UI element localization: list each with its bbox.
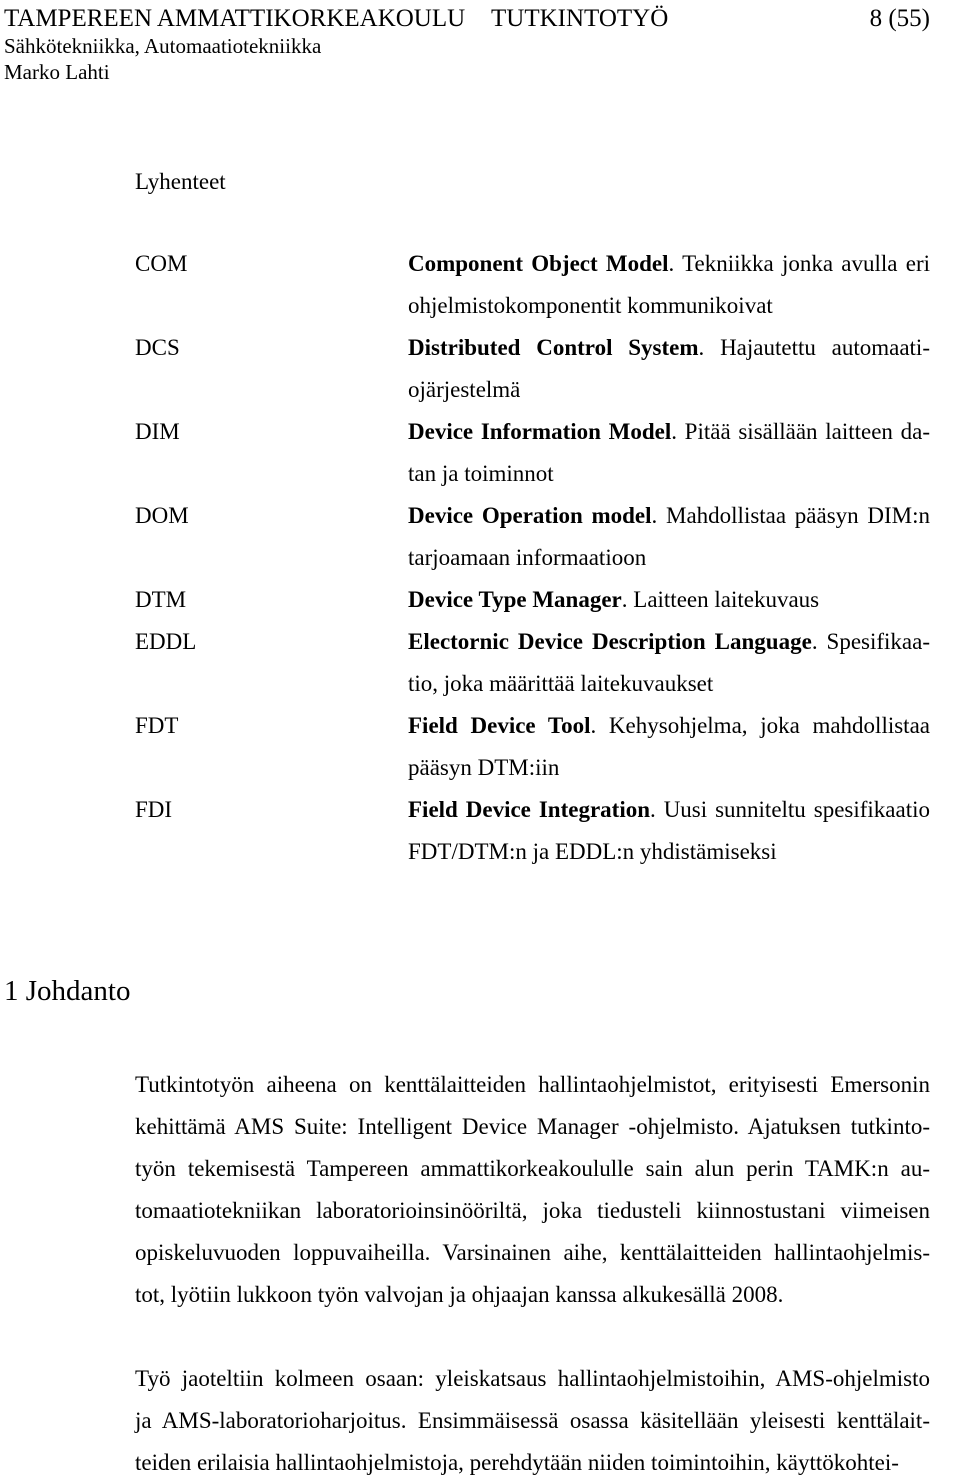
abbreviation-definition: Distributed Control System. Hajautettu a… [408, 327, 930, 411]
header-author: Marko Lahti [4, 60, 110, 84]
abbreviations-heading: Lyhenteet [135, 169, 226, 194]
abbreviation-definition-line: Device Information Model. Pitää sisällää… [408, 411, 930, 453]
abbreviation-definition: Device Operation model. Mahdollistaa pää… [408, 495, 930, 579]
abbreviation-definition-line: tio, joka määrittää laitekuvaukset [408, 671, 714, 696]
abbreviation-expansion: Distributed Control System [408, 335, 699, 360]
document-page: TAMPEREEN AMMATTIKORKEAKOULU TUTKINTOTYÖ… [0, 0, 960, 1483]
abbreviation-definition-line: Device Operation model. Mahdollistaa pää… [408, 495, 930, 537]
abbreviation-definition-line: pääsyn DTM:iin [408, 755, 560, 780]
abbreviation-definition-line: Electornic Device Description Language. … [408, 621, 930, 663]
abbreviation-description: . Laitteen laitekuvaus [621, 587, 820, 612]
abbreviation-row: COM Component Object Model. Tekniikka jon… [0, 243, 960, 327]
abbreviation-expansion: Device Information Model [408, 419, 672, 444]
abbreviation-term: DCS [135, 335, 180, 360]
page-header: TAMPEREEN AMMATTIKORKEAKOULU TUTKINTOTYÖ… [0, 0, 960, 95]
body-line: ja AMS-laboratorioharjoitus. Ensimmäises… [135, 1408, 930, 1433]
abbreviation-definition: Electornic Device Description Language. … [408, 621, 930, 705]
abbreviation-term: FDI [135, 797, 173, 822]
abbreviation-description: . Tekniikka jonka avulla eri [668, 251, 931, 276]
abbreviation-definition-line: tarjoamaan informaatioon [408, 545, 647, 570]
abbreviation-term: EDDL [135, 629, 197, 654]
abbreviation-definition: Field Device Integration. Uusi sunnitelt… [408, 789, 930, 873]
abbreviation-definition-line: Component Object Model. Tekniikka jonka … [408, 243, 930, 285]
abbreviation-term: FDT [135, 713, 179, 738]
abbreviation-description: . Hajautettu automaati- [698, 335, 930, 360]
header-document-type: TUTKINTOTYÖ [491, 5, 669, 32]
abbreviation-row: FDT Field Device Tool. Kehysohjelma, joka… [0, 705, 960, 789]
body-line: Tutkintotyön aiheena on kenttälaitteiden… [135, 1072, 930, 1097]
abbreviation-expansion: Field Device Integration [408, 797, 650, 822]
abbreviation-expansion: Device Type Manager [408, 587, 622, 612]
abbreviation-term: DOM [135, 503, 189, 528]
body-line: kehittämä AMS Suite: Intelligent Device … [135, 1114, 930, 1139]
abbreviation-term: DIM [135, 419, 180, 444]
abbreviation-definition-line: FDT/DTM:n ja EDDL:n yhdistämiseksi [408, 839, 777, 864]
abbreviation-row: DIM Device Information Model. Pitää sisäl… [0, 411, 960, 495]
abbreviation-expansion: Device Operation model [408, 503, 652, 528]
header-organization: TAMPEREEN AMMATTIKORKEAKOULU [4, 5, 466, 32]
body-line: tot, lyötiin lukkoon työn valvojan ja oh… [135, 1282, 784, 1307]
abbreviation-term: DTM [135, 587, 187, 612]
abbreviation-term: COM [135, 251, 188, 276]
body-line: Työ jaoteltiin kolmeen osaan: yleiskatsa… [135, 1366, 930, 1391]
abbreviation-definition-line: tan ja toiminnot [408, 461, 554, 486]
body-line: työn tekemisestä Tampereen ammattikorkea… [135, 1156, 930, 1181]
abbreviation-definition-line: ohjelmistokomponentit kommunikoivat [408, 293, 773, 318]
header-top-row: TAMPEREEN AMMATTIKORKEAKOULU TUTKINTOTYÖ… [4, 5, 956, 33]
abbreviation-description: . Pitää sisällään laitteen da- [671, 419, 930, 444]
abbreviation-expansion: Electornic Device Description Language [408, 629, 812, 654]
abbreviation-description: . Spesifikaa- [811, 629, 931, 654]
abbreviation-row: FDI Field Device Integration. Uusi sunnit… [0, 789, 960, 873]
body-paragraph: Työ jaoteltiin kolmeen osaan: yleiskatsa… [135, 1358, 930, 1483]
abbreviation-expansion: Field Device Tool [408, 713, 591, 738]
header-page-number: 8 (55) [869, 5, 930, 32]
body-line: tomaatiotekniikan laboratorioinsinöörilt… [135, 1198, 930, 1223]
abbreviation-description: . Kehysohjelma, joka mahdollistaa [590, 713, 931, 738]
abbreviation-description: . Mahdollistaa pääsyn DIM:n [651, 503, 930, 528]
body-paragraph: Tutkintotyön aiheena on kenttälaitteiden… [135, 1064, 930, 1316]
body-line: teiden erilaisia hallintaohjelmistoja, p… [135, 1450, 899, 1475]
abbreviation-definition-line: Field Device Tool. Kehysohjelma, joka ma… [408, 705, 930, 747]
abbreviation-definition: Device Information Model. Pitää sisällää… [408, 411, 930, 495]
header-department: Sähkötekniikka, Automaatiotekniikka [4, 34, 322, 58]
abbreviation-description: . Uusi sunniteltu spesifikaatio [650, 797, 930, 822]
abbreviation-definition: Component Object Model. Tekniikka jonka … [408, 243, 930, 327]
abbreviation-definition-line: Field Device Integration. Uusi sunnitelt… [408, 789, 930, 831]
abbreviation-row: DCS Distributed Control System. Hajautett… [0, 327, 960, 411]
abbreviation-expansion: Component Object Model [408, 251, 669, 276]
abbreviation-definition-line: Distributed Control System. Hajautettu a… [408, 327, 930, 369]
abbreviation-row: DOM Device Operation model. Mahdollistaa … [0, 495, 960, 579]
abbreviation-definition: Device Type Manager. Laitteen laitekuvau… [408, 579, 930, 621]
chapter-body: Tutkintotyön aiheena on kenttälaitteiden… [135, 1064, 930, 1483]
abbreviation-definition-line: Device Type Manager. Laitteen laitekuvau… [408, 579, 930, 621]
abbreviation-row: EDDL Electornic Device Description Langua… [0, 621, 960, 705]
chapter-heading: 1 Johdanto [4, 975, 131, 1007]
abbreviation-definition-line: ojärjestelmä [408, 377, 521, 402]
abbreviation-definition: Field Device Tool. Kehysohjelma, joka ma… [408, 705, 930, 789]
abbreviations-list: COM Component Object Model. Tekniikka jon… [0, 243, 960, 873]
abbreviation-row: DTM Device Type Manager. Laitteen laiteku… [0, 579, 960, 621]
body-line: opiskeluvuoden loppuvaiheilla. Varsinain… [135, 1240, 930, 1265]
